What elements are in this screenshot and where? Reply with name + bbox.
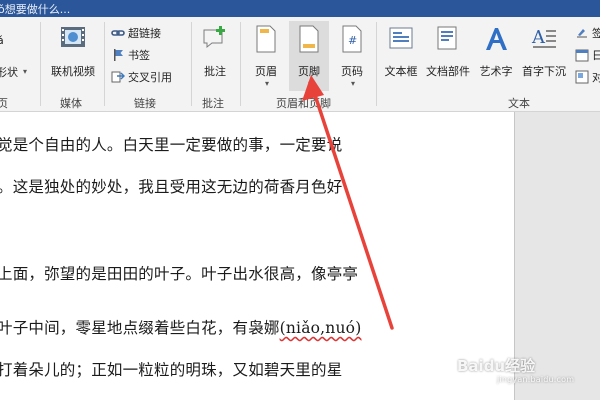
baidu-watermark: Baidu经验 jingyan.baidu.com <box>457 355 574 384</box>
word-window: ǒ想要做什么... ǎ 形状 ▾ 页 联机视频 媒体 超链接 书签 交叉引用 链… <box>0 0 600 400</box>
watermark-url: jingyan.baidu.com <box>497 375 575 384</box>
watermark-text: Baidu经验 <box>457 357 536 375</box>
annotation-arrow <box>302 75 394 330</box>
arrow-head-icon <box>302 75 324 101</box>
arrow-shaft <box>312 90 394 330</box>
